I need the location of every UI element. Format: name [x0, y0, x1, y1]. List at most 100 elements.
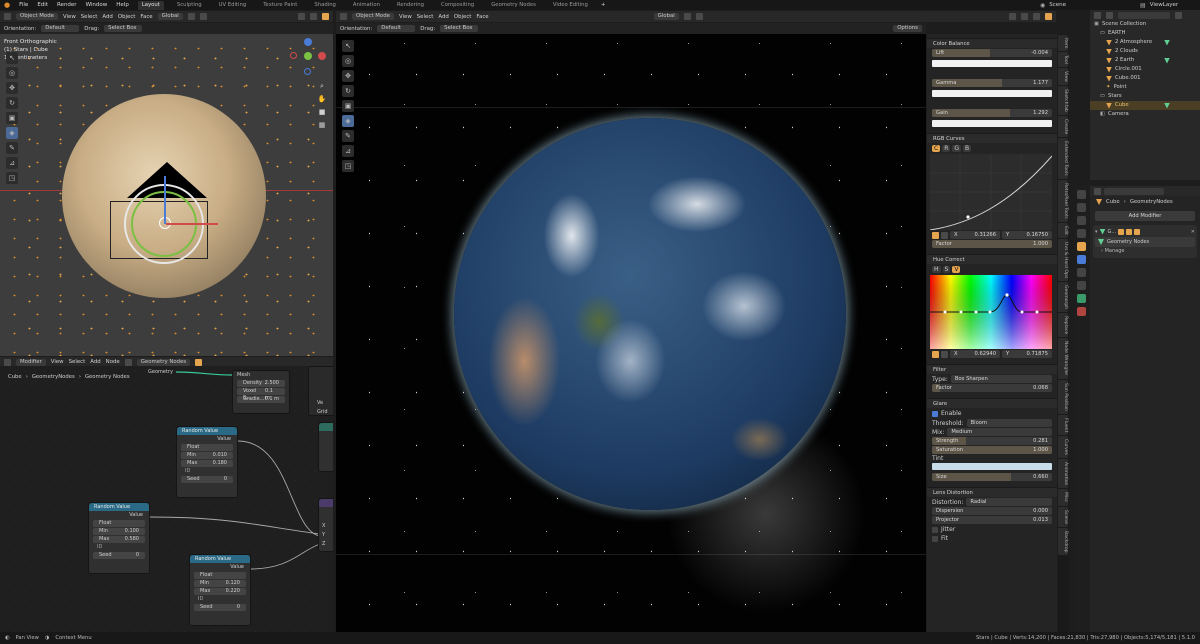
- curve-tool-icon[interactable]: [932, 231, 939, 239]
- node-tree-dropdown[interactable]: Geometry Nodes: [136, 358, 191, 366]
- tab-edit[interactable]: Edit: [1058, 222, 1068, 238]
- modifier-panel-header[interactable]: ▾ G... ✕: [1095, 227, 1195, 236]
- scale-tool-icon[interactable]: ▣: [6, 112, 18, 124]
- hue-channel-h[interactable]: H: [932, 266, 941, 273]
- main-viewport[interactable]: ↖ ◎ ✥ ↻ ▣ ◈ ✎ ⊿ ◳: [336, 34, 926, 632]
- menu-object[interactable]: Object: [118, 14, 136, 20]
- rv1-type[interactable]: Float: [181, 444, 233, 451]
- menu-node-add[interactable]: Add: [90, 359, 100, 365]
- physics-props-icon[interactable]: [1077, 268, 1086, 277]
- tab-sculpting[interactable]: Sculpting: [173, 1, 206, 10]
- density-field[interactable]: Density 2.500: [237, 380, 285, 387]
- distortion-dropdown[interactable]: Radial: [966, 498, 1052, 506]
- outliner-item-selected[interactable]: Cube: [1090, 101, 1200, 110]
- main-mode-dropdown[interactable]: Object Mode: [352, 13, 394, 20]
- curve-channel-b[interactable]: B: [963, 145, 972, 152]
- orientation-dropdown[interactable]: Default: [41, 25, 80, 32]
- outliner-search-input[interactable]: [1118, 11, 1170, 19]
- measure-tool-icon[interactable]: ⊿: [6, 157, 18, 169]
- gizmo-x-arrow[interactable]: [166, 223, 218, 225]
- curve-y-field[interactable]: Y 0.16750: [1002, 231, 1052, 239]
- tab-geomorph[interactable]: Geomorph: [1058, 281, 1068, 313]
- random-value-node-1[interactable]: Random Value Value Float Min 0.010 Max 0.1…: [176, 426, 238, 498]
- modifier-name-field[interactable]: G...: [1108, 229, 1117, 235]
- tab-texture-paint[interactable]: Texture Paint: [259, 1, 301, 10]
- hue-channel-s[interactable]: S: [942, 266, 951, 273]
- tab-node-wrangler[interactable]: Node Wrangler: [1058, 338, 1068, 379]
- render-display-icon[interactable]: [1134, 228, 1141, 235]
- options-dropdown[interactable]: Options: [893, 25, 922, 32]
- main-proportional-icon[interactable]: [695, 13, 703, 20]
- main-xray-icon[interactable]: [1033, 13, 1040, 20]
- gain-color-swatch[interactable]: [932, 120, 1052, 127]
- outliner-item[interactable]: ✦ Point: [1090, 83, 1200, 92]
- node-tree-selector[interactable]: Geometry Nodes: [1095, 237, 1195, 247]
- menu-file[interactable]: File: [19, 2, 28, 8]
- blender-logo-icon[interactable]: ●: [4, 1, 10, 9]
- tab-uvs[interactable]: Uvs & Hard Ops: [1058, 238, 1068, 281]
- menu-select[interactable]: Select: [81, 14, 98, 20]
- rotate-tool-icon[interactable]: ↻: [6, 97, 18, 109]
- gradient-field[interactable]: Gradie... 0.1 m: [237, 396, 285, 403]
- menu-node-node[interactable]: Node: [106, 359, 120, 365]
- node-editor[interactable]: Cube › GeometryNodes › Geometry Nodes Geom…: [0, 366, 333, 632]
- edit-mode-icon[interactable]: [1118, 228, 1125, 235]
- outliner-item[interactable]: ▭ Stars: [1090, 92, 1200, 101]
- tab-scene[interactable]: Scene: [1058, 506, 1068, 527]
- add-modifier-button[interactable]: Add Modifier: [1095, 211, 1195, 221]
- tint-color-swatch[interactable]: [932, 463, 1052, 470]
- gain-field[interactable]: Gain 1.292: [932, 109, 1052, 117]
- main-transform-dropdown[interactable]: Global: [653, 13, 679, 20]
- snap-icon[interactable]: [187, 13, 195, 20]
- strength-field[interactable]: Strength 0.281: [932, 437, 1052, 445]
- menu-render[interactable]: Render: [57, 2, 77, 8]
- data-props-icon[interactable]: [1077, 294, 1086, 303]
- rv2-type[interactable]: Float: [93, 520, 145, 527]
- zoom-icon[interactable]: ⌕: [316, 80, 328, 93]
- shading-material-icon[interactable]: [322, 13, 329, 20]
- dispersion-field[interactable]: Dispersion 0.000: [932, 507, 1052, 515]
- projector-field[interactable]: Projector 0.013: [932, 516, 1052, 524]
- offscreen-node[interactable]: [318, 422, 333, 472]
- close-icon[interactable]: ✕: [1191, 229, 1195, 235]
- main-add-cube-tool-icon[interactable]: ◳: [342, 160, 354, 172]
- transform-orientation-dropdown[interactable]: Global: [157, 13, 183, 20]
- curve-zoom-icon[interactable]: [941, 231, 948, 239]
- node-editor-type-icon[interactable]: [4, 358, 11, 366]
- main-menu-face[interactable]: Face: [476, 14, 488, 20]
- scene-props-icon[interactable]: [1077, 229, 1086, 238]
- tab-create[interactable]: Create: [1058, 116, 1068, 138]
- tab-misc[interactable]: Misc: [1058, 489, 1068, 506]
- add-workspace-icon[interactable]: +: [601, 2, 606, 8]
- tab-video-editing[interactable]: Video Editing: [549, 1, 592, 10]
- main-measure-tool-icon[interactable]: ⊿: [342, 145, 354, 157]
- curve-channel-r[interactable]: R: [942, 145, 951, 152]
- outliner-item[interactable]: Circle.001: [1090, 65, 1200, 74]
- main-annotate-tool-icon[interactable]: ✎: [342, 130, 354, 142]
- tab-sun-position[interactable]: Sun Position: [1058, 379, 1068, 414]
- rv3-max[interactable]: Max 0.220: [194, 588, 246, 595]
- outliner-item[interactable]: 2 Clouds: [1090, 47, 1200, 56]
- pan-hand-icon[interactable]: ✋: [316, 93, 328, 106]
- cursor-tool-icon[interactable]: ↖: [6, 52, 18, 64]
- menu-face[interactable]: Face: [140, 14, 152, 20]
- rgb-curve-graph[interactable]: [930, 154, 1052, 230]
- glare-header[interactable]: Glare: [927, 398, 1057, 408]
- rv3-min[interactable]: Min 0.120: [194, 580, 246, 587]
- curve-factor-field[interactable]: Factor 1.000: [932, 240, 1052, 248]
- menu-window[interactable]: Window: [86, 2, 108, 8]
- menu-help[interactable]: Help: [116, 2, 129, 8]
- tab-compositing[interactable]: Compositing: [437, 1, 478, 10]
- tab-animation[interactable]: Animation: [349, 1, 384, 10]
- fit-checkbox[interactable]: [932, 535, 938, 542]
- outliner-display-icon[interactable]: [1106, 11, 1113, 19]
- drag-dropdown[interactable]: Select Box: [104, 25, 143, 32]
- main-cursor-tool-icon[interactable]: ↖: [342, 40, 354, 52]
- move-tool-icon[interactable]: ✥: [6, 82, 18, 94]
- hue-channel-v[interactable]: V: [952, 266, 961, 273]
- menu-add[interactable]: Add: [102, 14, 112, 20]
- main-orientation-dropdown[interactable]: Default: [377, 25, 416, 32]
- axis-neg-x-icon[interactable]: [290, 52, 297, 59]
- voxel-size-field[interactable]: Voxel S... 0.1 m: [237, 388, 285, 401]
- tab-shading[interactable]: Shading: [310, 1, 340, 10]
